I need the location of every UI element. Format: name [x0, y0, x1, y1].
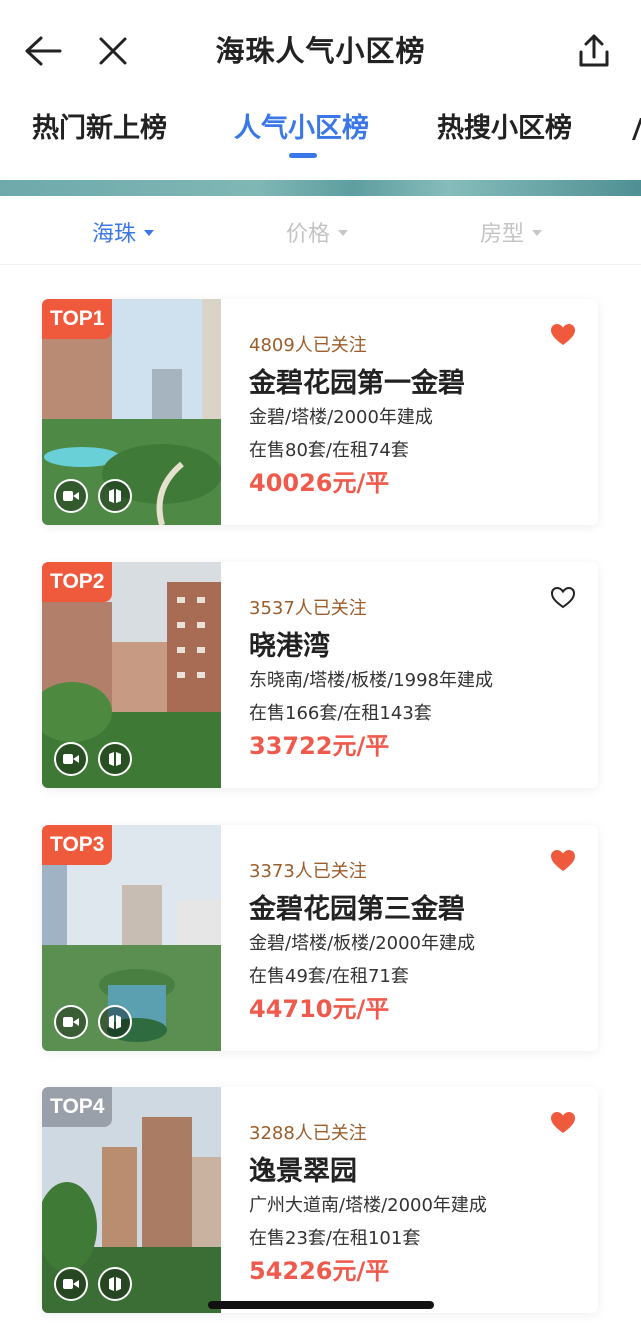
rank-badge: TOP3 — [42, 825, 113, 865]
vr-tour-icon[interactable] — [98, 479, 132, 513]
community-description: 金碧/塔楼/2000年建成 — [249, 407, 433, 428]
listing-counts: 在售23套/在租101套 — [249, 1228, 421, 1249]
caret-down-icon — [144, 230, 155, 236]
video-icon[interactable] — [54, 1005, 88, 1039]
community-info: 4809人已关注 金碧花园第一金碧 金碧/塔楼/2000年建成 在售80套/在租… — [249, 299, 598, 525]
average-price: 40026元/平 — [249, 469, 390, 497]
community-info: 3288人已关注 逸景翠园 广州大道南/塔楼/2000年建成 在售23套/在租1… — [249, 1087, 598, 1313]
filter-layout-label: 房型 — [480, 222, 525, 247]
page-title: 海珠人气小区榜 — [215, 34, 426, 68]
listing-counts: 在售80套/在租74套 — [249, 440, 409, 461]
community-info: 3537人已关注 晓港湾 东晓南/塔楼/板楼/1998年建成 在售166套/在租… — [249, 562, 598, 788]
video-icon[interactable] — [54, 479, 88, 513]
filter-district[interactable]: 海珠 — [92, 216, 155, 248]
followers-count: 3537人已关注 — [249, 598, 367, 619]
listing-counts: 在售49套/在租71套 — [249, 966, 409, 987]
community-name: 晓港湾 — [249, 631, 330, 662]
favorite-heart-filled-icon[interactable] — [550, 849, 576, 873]
average-price: 54226元/平 — [249, 1257, 390, 1285]
tab-overflow-edge — [631, 118, 641, 140]
community-card[interactable]: TOP2 3537人已关注 晓港湾 东晓南/塔楼/板楼/1998年建成 在售16… — [42, 562, 598, 788]
rank-badge: TOP1 — [42, 299, 113, 339]
banner-image-strip — [0, 180, 641, 196]
filter-layout[interactable]: 房型 — [480, 216, 543, 248]
caret-down-icon — [338, 230, 349, 236]
active-tab-indicator — [289, 153, 317, 158]
community-photo: TOP1 — [42, 299, 221, 525]
community-description: 广州大道南/塔楼/2000年建成 — [249, 1195, 487, 1216]
favorite-heart-filled-icon[interactable] — [550, 1111, 576, 1135]
rank-badge: TOP4 — [42, 1087, 113, 1127]
listing-counts: 在售166套/在租143套 — [249, 703, 432, 724]
filter-price[interactable]: 价格 — [286, 216, 349, 248]
followers-count: 3288人已关注 — [249, 1123, 367, 1144]
followers-count: 3373人已关注 — [249, 861, 367, 882]
tab-hot-search[interactable]: 热搜小区榜 — [437, 106, 572, 145]
community-photo: TOP3 — [42, 825, 221, 1051]
caret-down-icon — [532, 230, 543, 236]
community-card[interactable]: TOP1 4809人已关注 金碧花园第一金碧 金碧/塔楼/2000年建成 在售8… — [42, 299, 598, 525]
community-description: 金碧/塔楼/板楼/2000年建成 — [249, 933, 476, 954]
vr-tour-icon[interactable] — [98, 742, 132, 776]
tab-popular-communities[interactable]: 人气小区榜 — [234, 106, 369, 145]
share-icon[interactable] — [574, 30, 614, 72]
community-description: 东晓南/塔楼/板楼/1998年建成 — [249, 670, 494, 691]
community-info: 3373人已关注 金碧花园第三金碧 金碧/塔楼/板楼/2000年建成 在售49套… — [249, 825, 598, 1051]
community-name: 逸景翠园 — [249, 1156, 357, 1187]
filter-district-label: 海珠 — [92, 222, 137, 247]
rank-badge: TOP2 — [42, 562, 113, 602]
favorite-heart-outline-icon[interactable] — [550, 586, 576, 610]
community-card[interactable]: TOP3 3373人已关注 金碧花园第三金碧 金碧/塔楼/板楼/2000年建成 … — [42, 825, 598, 1051]
ranking-tabs: 热门新上榜 人气小区榜 热搜小区榜 — [0, 96, 641, 180]
vr-tour-icon[interactable] — [98, 1267, 132, 1301]
video-icon[interactable] — [54, 742, 88, 776]
home-indicator[interactable] — [208, 1301, 434, 1309]
average-price: 44710元/平 — [249, 995, 390, 1023]
video-icon[interactable] — [54, 1267, 88, 1301]
average-price: 33722元/平 — [249, 732, 390, 760]
navigation-bar: 海珠人气小区榜 — [0, 0, 641, 100]
followers-count: 4809人已关注 — [249, 335, 367, 356]
community-photo: TOP2 — [42, 562, 221, 788]
community-card[interactable]: TOP4 3288人已关注 逸景翠园 广州大道南/塔楼/2000年建成 在售23… — [42, 1087, 598, 1313]
filter-bar: 海珠 价格 房型 — [0, 196, 641, 265]
community-name: 金碧花园第三金碧 — [249, 894, 465, 925]
favorite-heart-filled-icon[interactable] — [550, 323, 576, 347]
vr-tour-icon[interactable] — [98, 1005, 132, 1039]
community-photo: TOP4 — [42, 1087, 221, 1313]
community-name: 金碧花园第一金碧 — [249, 368, 465, 399]
tab-hot-new[interactable]: 热门新上榜 — [32, 106, 167, 145]
filter-price-label: 价格 — [286, 222, 331, 247]
